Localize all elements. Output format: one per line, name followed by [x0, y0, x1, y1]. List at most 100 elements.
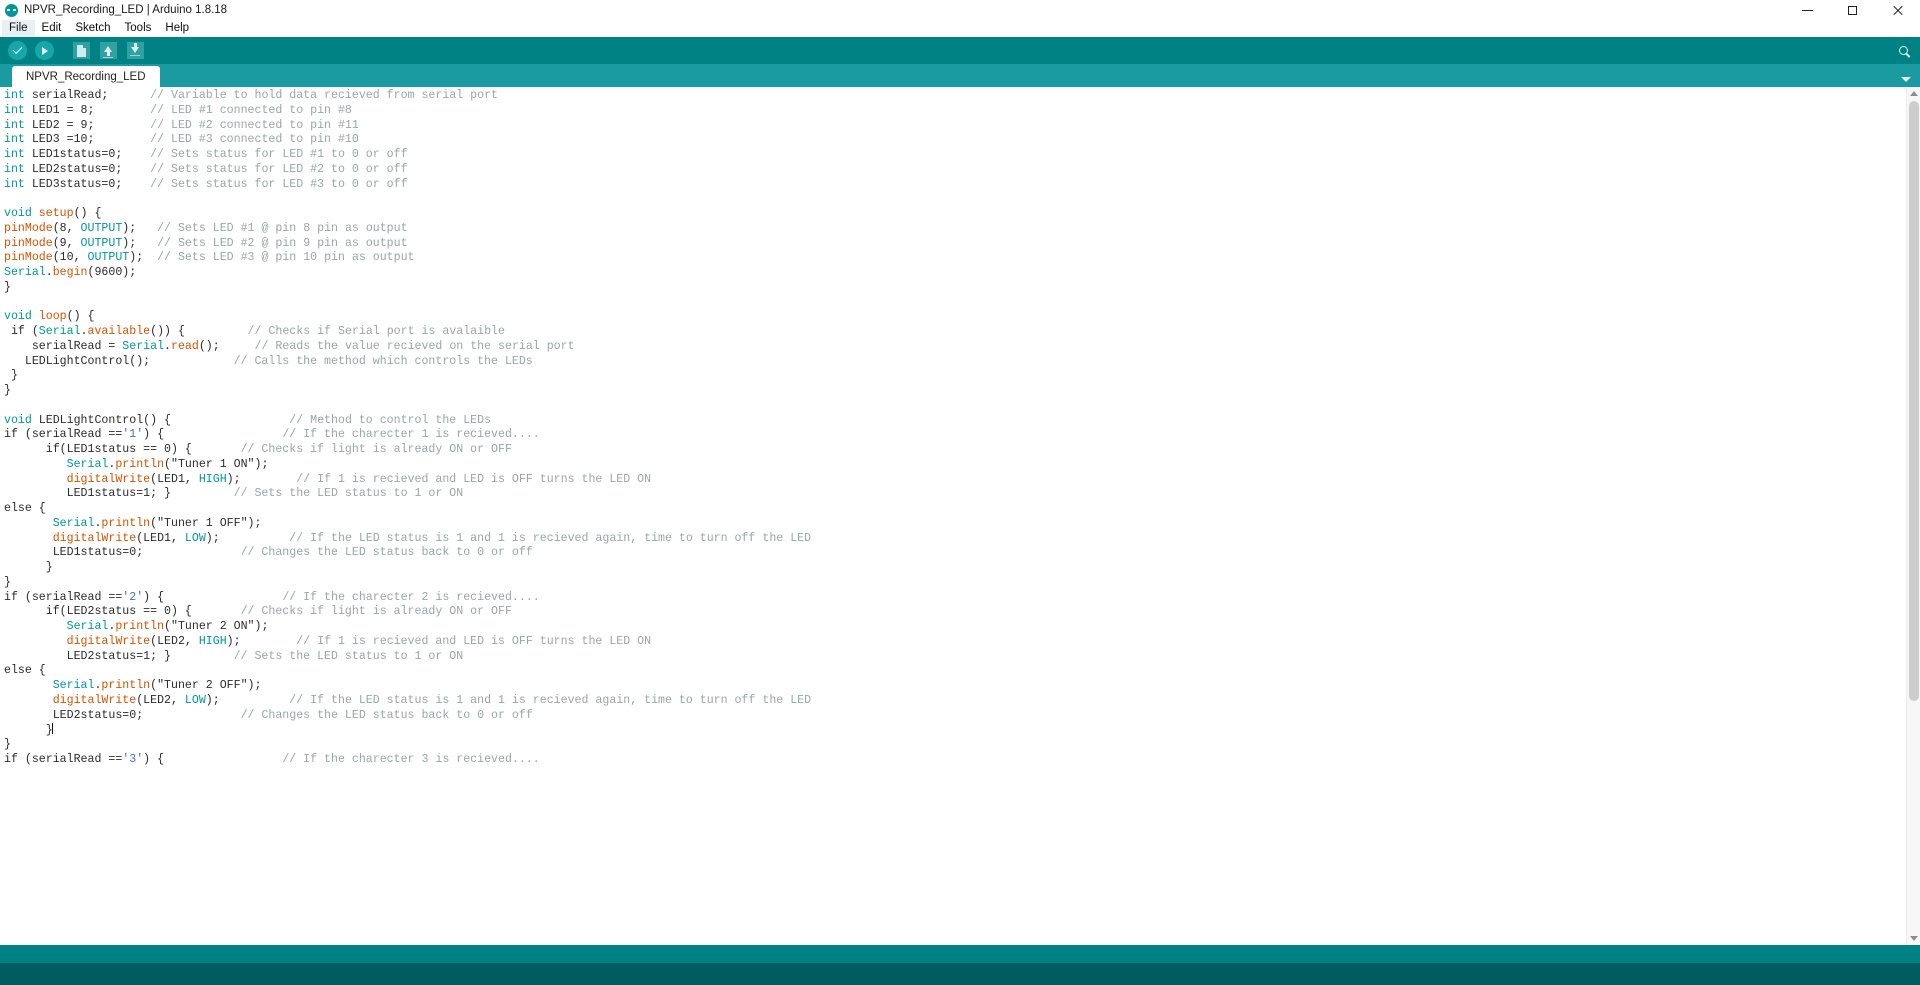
code-token: ();	[198, 339, 255, 353]
maximize-button[interactable]	[1830, 0, 1875, 20]
caret-up-icon[interactable]	[1910, 91, 1918, 96]
code-token: // If 1 is recieved and LED is OFF turns…	[296, 634, 652, 648]
code-token: );	[226, 472, 297, 486]
code-token: digitalWrite	[52, 693, 137, 707]
vertical-scrollbar[interactable]	[1906, 87, 1920, 945]
code-token: // Checks if light is already ON or OFF	[240, 605, 512, 619]
code-token: '2'	[122, 590, 144, 604]
code-token: OUTPUT	[80, 236, 123, 250]
chevron-down-icon[interactable]	[1901, 77, 1911, 82]
code-token: LED2status=1; }	[4, 649, 234, 663]
code-token: OUTPUT	[80, 221, 123, 235]
code-token: () {	[73, 207, 102, 220]
menu-bar: File Edit Sketch Tools Help	[0, 20, 1920, 37]
code-token: if(LED2status == 0) {	[4, 605, 241, 619]
code-token: // Sets the LED status to 1 or ON	[233, 487, 464, 501]
code-token: "Tuner 2 OFF"	[157, 679, 248, 692]
code-line: else {	[4, 664, 1906, 679]
code-token: LEDLightControl	[38, 413, 144, 427]
code-token: Serial	[38, 325, 81, 338]
open-button[interactable]	[95, 39, 121, 62]
code-line: pinMode(9, OUTPUT); // Sets LED #2 @ pin…	[4, 237, 1906, 252]
code-token: if (serialRead ==	[4, 590, 123, 604]
code-token: // Sets status for LED #2 to 0 or off	[150, 162, 408, 176]
code-token: );	[129, 251, 158, 265]
code-token: if (	[4, 325, 39, 338]
code-token: setup	[38, 207, 74, 220]
code-token: ) {	[143, 590, 283, 604]
code-line: Serial.println("Tuner 2 OFF");	[4, 679, 1906, 694]
code-line: int serialRead; // Variable to hold data…	[4, 89, 1906, 104]
code-token: LED2status=0;	[31, 162, 151, 176]
code-token: // If the charecter 1 is recieved....	[282, 428, 540, 442]
code-line: if (Serial.available()) { // Checks if S…	[4, 325, 1906, 340]
upload-button[interactable]	[31, 39, 57, 62]
code-token: LEDLightControl();	[4, 354, 234, 368]
code-token: ()) {	[150, 325, 248, 338]
tab-npvr-recording-led[interactable]: NPVR_Recording_LED	[12, 66, 160, 87]
save-button[interactable]	[122, 39, 148, 62]
code-token: // Checks if light is already ON or OFF	[240, 443, 512, 456]
code-token: LOW	[184, 693, 206, 707]
code-token: void	[4, 207, 39, 220]
code-token: Serial	[52, 679, 95, 692]
magnifier-icon	[1898, 45, 1908, 55]
code-token: digitalWrite	[66, 634, 151, 648]
code-token: }	[4, 738, 11, 751]
code-line: void LEDLightControl() { // Method to co…	[4, 414, 1906, 429]
code-line: if(LED1status == 0) { // Checks if light…	[4, 443, 1906, 458]
code-token: // Sets LED #1 @ pin 8 pin as output	[157, 221, 408, 235]
verify-button[interactable]	[4, 39, 30, 62]
code-editor[interactable]: int serialRead; // Variable to hold data…	[0, 87, 1906, 945]
code-token: .	[164, 339, 171, 353]
code-token: );	[247, 516, 262, 530]
scrollbar-thumb[interactable]	[1909, 101, 1919, 701]
status-bar	[0, 945, 1920, 963]
new-button[interactable]	[68, 39, 94, 62]
menu-item-sketch[interactable]: Sketch	[68, 20, 117, 37]
code-token: LED1status=0;	[4, 546, 241, 560]
code-token: Serial	[66, 620, 109, 633]
code-line: pinMode(10, OUTPUT); // Sets LED #3 @ pi…	[4, 251, 1906, 266]
code-token: () {	[66, 310, 95, 324]
close-button[interactable]	[1875, 0, 1920, 20]
menu-item-tools[interactable]: Tools	[118, 20, 159, 37]
code-token: LOW	[184, 531, 206, 545]
menu-item-edit[interactable]: Edit	[35, 20, 69, 37]
code-token: Serial	[66, 457, 109, 471]
code-token: // Sets status for LED #1 to 0 or off	[150, 148, 408, 161]
code-token: Serial	[52, 516, 95, 530]
code-token: Serial	[122, 339, 165, 353]
title-bar: NPVR_Recording_LED | Arduino 1.8.18	[0, 0, 1920, 20]
code-token: int	[4, 177, 32, 191]
code-token: (8,	[52, 221, 81, 235]
code-line: LED2status=0; // Changes the LED status …	[4, 709, 1906, 724]
code-line: digitalWrite(LED1, LOW); // If the LED s…	[4, 532, 1906, 547]
code-token: int	[4, 103, 32, 117]
minimize-button[interactable]	[1785, 0, 1830, 20]
code-token: if (serialRead ==	[4, 752, 123, 766]
code-token: (	[164, 620, 172, 633]
code-token: Serial	[4, 266, 46, 279]
code-token: }	[4, 280, 11, 294]
serial-monitor-button[interactable]	[1894, 41, 1912, 59]
code-line: int LED3status=0; // Sets status for LED…	[4, 178, 1906, 193]
code-token: HIGH	[198, 634, 227, 648]
code-token: .	[45, 266, 53, 279]
code-token: );	[205, 693, 290, 707]
code-token: pinMode	[4, 221, 53, 235]
code-token: println	[115, 457, 165, 471]
menu-item-help[interactable]: Help	[158, 20, 196, 37]
caret-down-icon[interactable]	[1910, 936, 1918, 941]
code-token: int	[4, 89, 32, 102]
menu-item-file[interactable]: File	[2, 20, 35, 37]
code-token: (LED1,	[150, 472, 199, 486]
code-line: digitalWrite(LED2, HIGH); // If 1 is rec…	[4, 635, 1906, 650]
